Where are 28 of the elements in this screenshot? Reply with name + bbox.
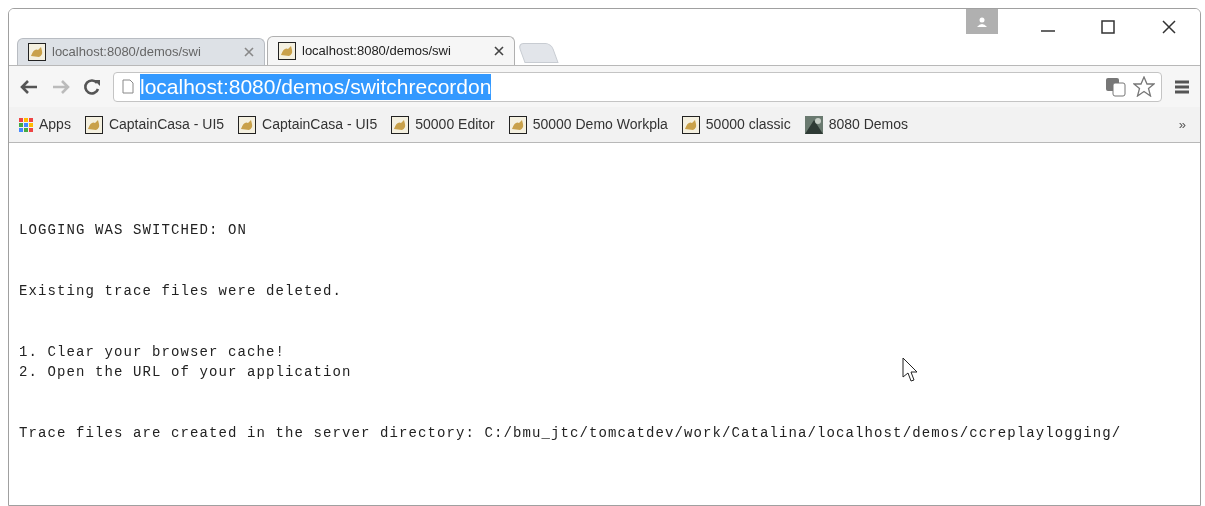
more-bookmarks-button[interactable]: » xyxy=(1178,114,1186,135)
back-icon[interactable] xyxy=(19,78,39,95)
browser-tab[interactable]: localhost:8080/demos/swi xyxy=(267,36,515,65)
text-line: 1. Clear your browser cache! xyxy=(19,343,286,362)
text-line: 2. Open the URL of your application xyxy=(19,363,352,382)
mouse-cursor-icon xyxy=(902,357,920,383)
bookmark-item[interactable]: CaptainCasa - UI5 xyxy=(238,114,378,135)
bookmark-item[interactable]: 50000 Editor xyxy=(391,114,495,135)
text-line: Existing trace files were deleted. xyxy=(19,282,343,301)
page-icon xyxy=(122,79,134,94)
apps-grid-icon xyxy=(19,117,33,132)
maximize-icon xyxy=(1101,20,1115,34)
url-text: localhost:8080/demos/switchrecordon xyxy=(140,73,492,100)
close-tab-icon[interactable] xyxy=(494,46,504,56)
text-line: Trace files are created in the server directory: C:/bmu_jtc/tomcatdev/work/Catalina/localhost/demos/ccreplaylogging/ xyxy=(19,424,1122,443)
menu-icon[interactable] xyxy=(1174,78,1190,95)
browser-tab[interactable]: localhost:8080/demos/swi xyxy=(17,38,265,65)
bookmark-item[interactable]: 50000 Demo Workpla xyxy=(508,114,668,135)
bookmark-item[interactable]: CaptainCasa - UI5 xyxy=(84,114,225,135)
bookmark-item[interactable]: Apps xyxy=(19,114,71,135)
minimize-icon xyxy=(1041,30,1055,32)
bookmark-item[interactable]: 50000 classic xyxy=(681,114,791,135)
reload-icon[interactable] xyxy=(83,77,101,96)
close-icon xyxy=(1162,20,1176,34)
text-line: LOGGING WAS SWITCHED: ON xyxy=(19,221,248,240)
bookmark-item[interactable]: 8080 Demos xyxy=(804,114,909,135)
star-icon[interactable] xyxy=(1133,76,1155,97)
folder-picture-icon xyxy=(804,115,823,134)
